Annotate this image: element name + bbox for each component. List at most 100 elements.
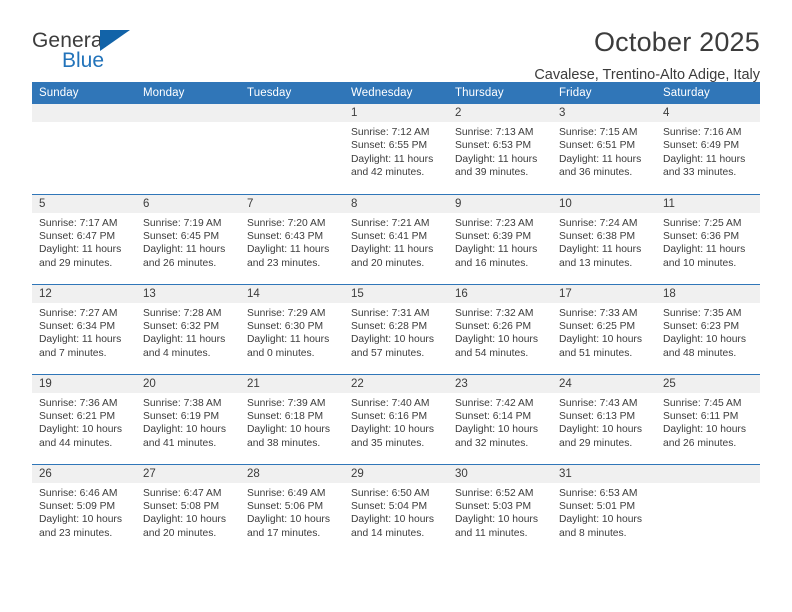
calendar-day-cell[interactable]: 11 Sunrise: 7:25 AM Sunset: 6:36 PM Dayligh…	[656, 193, 760, 284]
calendar-day-cell[interactable]: 10 Sunrise: 7:24 AM Sunset: 6:38 PM Dayligh…	[552, 193, 656, 284]
location-subtitle: Cavalese, Trentino-Alto Adige, Italy	[534, 67, 760, 83]
day-number: 25	[656, 374, 760, 393]
day-sun-info: Sunrise: 7:45 AM Sunset: 6:11 PM Daylight:…	[656, 393, 760, 451]
sunrise-time: Sunrise: 6:47 AM	[143, 487, 222, 499]
daylight-duration-line2: and 44 minutes.	[39, 437, 113, 449]
calendar-day-cell[interactable]: 21 Sunrise: 7:39 AM Sunset: 6:18 PM Dayligh…	[240, 373, 344, 464]
daylight-duration-line2: and 14 minutes.	[351, 527, 425, 539]
sunrise-time: Sunrise: 7:45 AM	[663, 397, 742, 409]
calendar-day-cell[interactable]: 25 Sunrise: 7:45 AM Sunset: 6:11 PM Dayligh…	[656, 373, 760, 464]
weekday-header-monday: Monday	[136, 82, 240, 104]
daylight-duration-line1: Daylight: 11 hours	[39, 334, 122, 346]
day-number	[656, 464, 760, 483]
day-number: 9	[448, 194, 552, 213]
day-number: 8	[344, 194, 448, 213]
day-sun-info: Sunrise: 7:42 AM Sunset: 6:14 PM Daylight:…	[448, 393, 552, 451]
daylight-duration-line2: and 32 minutes.	[455, 437, 529, 449]
calendar-day-cell[interactable]: 23 Sunrise: 7:42 AM Sunset: 6:14 PM Dayligh…	[448, 373, 552, 464]
sunset-time: Sunset: 6:43 PM	[247, 230, 324, 242]
calendar-day-cell[interactable]: 16 Sunrise: 7:32 AM Sunset: 6:26 PM Dayligh…	[448, 283, 552, 374]
sunset-time: Sunset: 6:47 PM	[39, 230, 116, 242]
calendar-day-cell[interactable]: 12 Sunrise: 7:27 AM Sunset: 6:34 PM Dayligh…	[32, 283, 136, 374]
sunrise-time: Sunrise: 7:38 AM	[143, 397, 222, 409]
sunset-time: Sunset: 6:49 PM	[663, 140, 740, 152]
triangle-flag-icon	[100, 30, 130, 51]
calendar-day-cell[interactable]: 3 Sunrise: 7:15 AM Sunset: 6:51 PM Daylight…	[552, 104, 656, 194]
sunset-time: Sunset: 6:28 PM	[351, 320, 428, 332]
daylight-duration-line2: and 29 minutes.	[39, 257, 113, 269]
sunset-time: Sunset: 5:09 PM	[39, 500, 116, 512]
calendar-day-cell[interactable]: 2 Sunrise: 7:13 AM Sunset: 6:53 PM Daylight…	[448, 104, 552, 194]
calendar-day-cell[interactable]: 13 Sunrise: 7:28 AM Sunset: 6:32 PM Dayligh…	[136, 283, 240, 374]
calendar-day-cell[interactable]: 1 Sunrise: 7:12 AM Sunset: 6:55 PM Daylight…	[344, 104, 448, 194]
calendar-day-cell[interactable]: 19 Sunrise: 7:36 AM Sunset: 6:21 PM Dayligh…	[32, 373, 136, 464]
day-number: 26	[32, 464, 136, 483]
calendar-day-cell[interactable]: 28 Sunrise: 6:49 AM Sunset: 5:06 PM Dayligh…	[240, 463, 344, 554]
sunset-time: Sunset: 6:36 PM	[663, 230, 740, 242]
calendar-day-cell[interactable]: 30 Sunrise: 6:52 AM Sunset: 5:03 PM Dayligh…	[448, 463, 552, 554]
sunrise-time: Sunrise: 7:25 AM	[663, 217, 742, 229]
calendar-day-cell[interactable]: 7 Sunrise: 7:20 AM Sunset: 6:43 PM Daylight…	[240, 193, 344, 284]
day-sun-info: Sunrise: 7:21 AM Sunset: 6:41 PM Daylight:…	[344, 213, 448, 271]
calendar-day-cell[interactable]: 26 Sunrise: 6:46 AM Sunset: 5:09 PM Dayligh…	[32, 463, 136, 554]
calendar-day-cell[interactable]: 18 Sunrise: 7:35 AM Sunset: 6:23 PM Dayligh…	[656, 283, 760, 374]
sunrise-time: Sunrise: 7:17 AM	[39, 217, 118, 229]
calendar-day-cell[interactable]: 31 Sunrise: 6:53 AM Sunset: 5:01 PM Dayligh…	[552, 463, 656, 554]
calendar-day-cell[interactable]: 4 Sunrise: 7:16 AM Sunset: 6:49 PM Daylight…	[656, 104, 760, 194]
daylight-duration-line1: Daylight: 10 hours	[351, 424, 434, 436]
day-sun-info: Sunrise: 6:49 AM Sunset: 5:06 PM Daylight:…	[240, 483, 344, 541]
brand-logo[interactable]: General Blue	[32, 26, 152, 76]
calendar-day-cell[interactable]: 14 Sunrise: 7:29 AM Sunset: 6:30 PM Dayligh…	[240, 283, 344, 374]
sunset-time: Sunset: 6:39 PM	[455, 230, 532, 242]
brand-name-blue: Blue	[62, 49, 105, 72]
daylight-duration-line1: Daylight: 11 hours	[455, 244, 538, 256]
calendar-week-row: 12 Sunrise: 7:27 AM Sunset: 6:34 PM Dayligh…	[32, 283, 760, 374]
daylight-duration-line1: Daylight: 10 hours	[663, 424, 746, 436]
sunrise-time: Sunrise: 7:29 AM	[247, 307, 326, 319]
sunrise-time: Sunrise: 7:19 AM	[143, 217, 222, 229]
sunset-time: Sunset: 6:21 PM	[39, 410, 116, 422]
sunset-time: Sunset: 6:32 PM	[143, 320, 220, 332]
sunrise-time: Sunrise: 7:31 AM	[351, 307, 430, 319]
day-sun-info: Sunrise: 7:32 AM Sunset: 6:26 PM Daylight:…	[448, 303, 552, 361]
sunrise-time: Sunrise: 7:20 AM	[247, 217, 326, 229]
daylight-duration-line1: Daylight: 10 hours	[559, 424, 642, 436]
calendar-day-cell[interactable]: 20 Sunrise: 7:38 AM Sunset: 6:19 PM Dayligh…	[136, 373, 240, 464]
sunrise-time: Sunrise: 7:42 AM	[455, 397, 534, 409]
daylight-duration-line1: Daylight: 11 hours	[39, 244, 122, 256]
day-number: 10	[552, 194, 656, 213]
sunrise-time: Sunrise: 7:27 AM	[39, 307, 118, 319]
sunrise-time: Sunrise: 6:53 AM	[559, 487, 638, 499]
calendar-day-cell[interactable]: 22 Sunrise: 7:40 AM Sunset: 6:16 PM Dayligh…	[344, 373, 448, 464]
calendar-page: General Blue October 2025 Cavalese, Tren…	[0, 0, 792, 612]
daylight-duration-line1: Daylight: 11 hours	[247, 334, 330, 346]
calendar-day-cell[interactable]: 9 Sunrise: 7:23 AM Sunset: 6:39 PM Daylight…	[448, 193, 552, 284]
sunrise-time: Sunrise: 6:50 AM	[351, 487, 430, 499]
daylight-duration-line1: Daylight: 10 hours	[455, 334, 538, 346]
calendar-day-cell[interactable]: 29 Sunrise: 6:50 AM Sunset: 5:04 PM Dayligh…	[344, 463, 448, 554]
calendar-day-cell[interactable]: 8 Sunrise: 7:21 AM Sunset: 6:41 PM Daylight…	[344, 193, 448, 284]
calendar-day-cell[interactable]: 27 Sunrise: 6:47 AM Sunset: 5:08 PM Dayligh…	[136, 463, 240, 554]
sunset-time: Sunset: 6:11 PM	[663, 410, 739, 422]
calendar-day-cell[interactable]: 6 Sunrise: 7:19 AM Sunset: 6:45 PM Daylight…	[136, 193, 240, 284]
daylight-duration-line1: Daylight: 11 hours	[455, 153, 538, 165]
day-sun-info: Sunrise: 7:23 AM Sunset: 6:39 PM Daylight:…	[448, 213, 552, 271]
day-number: 12	[32, 284, 136, 303]
daylight-duration-line1: Daylight: 11 hours	[351, 153, 434, 165]
sunset-time: Sunset: 6:23 PM	[663, 320, 740, 332]
calendar-day-cell[interactable]: 15 Sunrise: 7:31 AM Sunset: 6:28 PM Dayligh…	[344, 283, 448, 374]
sunrise-time: Sunrise: 7:40 AM	[351, 397, 430, 409]
sunset-time: Sunset: 5:01 PM	[559, 500, 636, 512]
daylight-duration-line2: and 8 minutes.	[559, 527, 627, 539]
daylight-duration-line2: and 42 minutes.	[351, 167, 425, 179]
daylight-duration-line2: and 26 minutes.	[143, 257, 217, 269]
daylight-duration-line1: Daylight: 10 hours	[455, 424, 538, 436]
sunset-time: Sunset: 6:38 PM	[559, 230, 636, 242]
daylight-duration-line1: Daylight: 10 hours	[247, 514, 330, 526]
calendar-day-cell[interactable]: 5 Sunrise: 7:17 AM Sunset: 6:47 PM Daylight…	[32, 193, 136, 284]
day-number	[136, 104, 240, 122]
calendar-day-cell[interactable]: 17 Sunrise: 7:33 AM Sunset: 6:25 PM Dayligh…	[552, 283, 656, 374]
calendar-day-cell[interactable]: 24 Sunrise: 7:43 AM Sunset: 6:13 PM Dayligh…	[552, 373, 656, 464]
daylight-duration-line2: and 39 minutes.	[455, 167, 529, 179]
calendar-cell-empty	[240, 104, 344, 194]
